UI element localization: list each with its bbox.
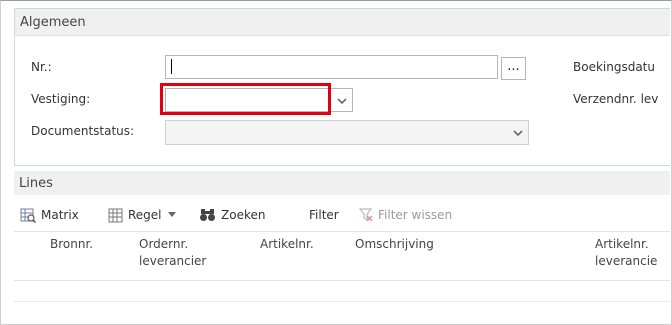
column-ordernr-label-line1: Ordernr. [139, 237, 189, 251]
lines-toolbar: Matrix Regel Zoeken Filter Filter wissen [14, 204, 670, 226]
grid-icon [108, 208, 123, 222]
column-ordernr-label-line2: leverancier [139, 254, 207, 268]
general-section-title: Algemeen [20, 15, 86, 30]
nr-input[interactable] [165, 55, 498, 79]
column-artikelnr-leverancier[interactable]: Artikelnr. leverancie [595, 236, 657, 270]
column-bronnr[interactable]: Bronnr. [50, 236, 93, 253]
column-artikelnr-lev-label-line1: Artikelnr. [595, 237, 649, 251]
zoeken-label: Zoeken [221, 208, 266, 222]
filter-wissen-label: Filter wissen [378, 208, 453, 222]
regel-menu-button[interactable]: Regel [108, 204, 181, 226]
lines-grid-header: Bronnr. Ordernr. leverancier Artikelnr. … [14, 231, 670, 281]
vestiging-label: Vestiging: [31, 92, 91, 106]
filter-button[interactable]: Filter [309, 204, 339, 226]
filter-wissen-button[interactable]: Filter wissen [359, 204, 452, 226]
chevron-down-icon [337, 98, 347, 105]
column-ordernr-leverancier[interactable]: Ordernr. leverancier [139, 236, 206, 270]
table-row-divider [14, 301, 670, 302]
general-fasttab-header[interactable]: Algemeen [15, 9, 670, 36]
matrix-label: Matrix [41, 208, 79, 222]
clear-filter-icon [359, 208, 373, 222]
matrix-button[interactable]: Matrix [20, 204, 79, 226]
documentstatus-label: Documentstatus: [31, 124, 135, 138]
dropdown-arrow-icon [167, 212, 176, 217]
text-caret [171, 59, 172, 74]
binoculars-icon [200, 209, 215, 221]
regel-label: Regel [128, 208, 162, 222]
column-artikelnr-label: Artikelnr. [260, 237, 314, 251]
column-omschrijving[interactable]: Omschrijving [355, 236, 434, 253]
lines-header[interactable]: Lines [14, 171, 670, 195]
nr-assist-button[interactable]: ... [501, 57, 526, 80]
documentstatus-select[interactable] [165, 120, 529, 145]
column-artikelnr[interactable]: Artikelnr. [260, 236, 314, 253]
column-artikelnr-lev-label-line2: leverancie [595, 254, 658, 268]
nr-label: Nr.: [31, 60, 52, 74]
column-omschrijving-label: Omschrijving [355, 237, 434, 251]
matrix-icon [20, 208, 36, 223]
general-fasttab: Algemeen Nr.: ... Vestiging: Documentsta… [14, 8, 670, 166]
verzendnr-label: Verzendnr. lev [573, 92, 659, 106]
filter-label: Filter [309, 208, 339, 222]
highlight-box [160, 83, 331, 115]
zoeken-button[interactable]: Zoeken [199, 204, 265, 226]
column-bronnr-label: Bronnr. [50, 237, 94, 251]
nr-assist-label: ... [507, 59, 520, 74]
boekingsdatum-label: Boekingsdatu [573, 60, 655, 74]
lines-section-title: Lines [19, 176, 53, 191]
chevron-down-icon [513, 130, 523, 137]
